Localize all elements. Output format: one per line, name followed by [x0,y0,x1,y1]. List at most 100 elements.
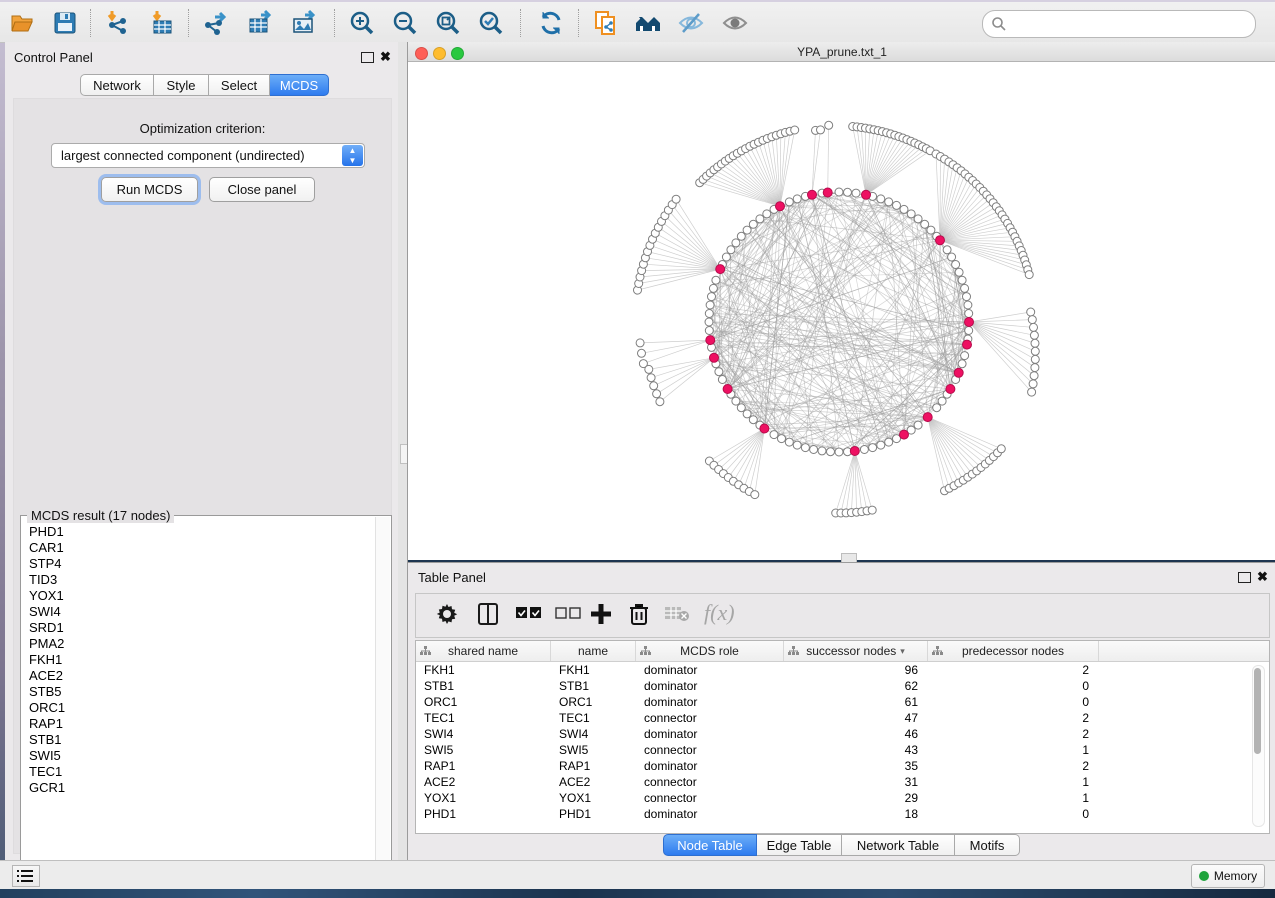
mcds-node-item[interactable]: PHD1 [22,524,374,540]
node-table-header[interactable]: shared namenameMCDS rolesuccessor nodes▾… [416,641,1269,662]
table-cell[interactable]: 46 [784,726,925,742]
search-input[interactable] [1011,12,1249,36]
table-cell[interactable]: connector [636,742,782,758]
table-cell[interactable]: FKH1 [416,662,549,678]
table-cell[interactable]: dominator [636,726,782,742]
table-row[interactable]: ORC1ORC1dominator610 [416,694,1269,710]
column-header[interactable]: predecessor nodes [928,641,1099,661]
column-header[interactable]: shared name [416,641,551,661]
mcds-node-item[interactable]: TEC1 [22,764,374,780]
show-all-icon[interactable] [721,9,749,37]
table-row[interactable]: STB1STB1dominator620 [416,678,1269,694]
table-cell[interactable]: 2 [928,726,1096,742]
table-cell[interactable]: 2 [928,710,1096,726]
table-cell[interactable]: dominator [636,678,782,694]
column-header[interactable]: name [551,641,636,661]
table-cell[interactable]: STB1 [551,678,634,694]
table-cell[interactable]: 62 [784,678,925,694]
mcds-node-item[interactable]: TID3 [22,572,374,588]
table-cell[interactable]: 43 [784,742,925,758]
zoom-selected-icon[interactable] [477,9,505,37]
open-file-icon[interactable] [9,9,37,37]
zoom-in-icon[interactable] [348,9,376,37]
float-panel-icon[interactable] [361,52,374,63]
table-cell[interactable]: 1 [928,774,1096,790]
table-cell[interactable]: PHD1 [416,806,549,822]
apply-layout-icon[interactable] [537,9,565,37]
table-cell[interactable]: 31 [784,774,925,790]
first-neighbors-icon[interactable] [634,9,662,37]
table-cell[interactable]: 1 [928,790,1096,806]
import-table-icon[interactable] [148,9,176,37]
task-history-button[interactable] [12,865,40,887]
table-cell[interactable]: 2 [928,758,1096,774]
table-cell[interactable]: 2 [928,662,1096,678]
tab-edge-table[interactable]: Edge Table [757,834,842,856]
network-window-titlebar[interactable]: YPA_prune.txt_1 [408,42,1275,62]
table-row[interactable]: ACE2ACE2connector311 [416,774,1269,790]
table-row[interactable]: TEC1TEC1connector472 [416,710,1269,726]
table-cell[interactable]: PHD1 [551,806,634,822]
mcds-node-item[interactable]: CAR1 [22,540,374,556]
column-header[interactable]: successor nodes▾ [784,641,928,661]
zoom-out-icon[interactable] [391,9,419,37]
tab-motifs[interactable]: Motifs [955,834,1020,856]
mcds-node-item[interactable]: SWI5 [22,748,374,764]
table-scrollbar-thumb[interactable] [1254,668,1261,754]
mcds-node-item[interactable]: ORC1 [22,700,374,716]
save-session-icon[interactable] [51,9,79,37]
table-cell[interactable]: SWI4 [416,726,549,742]
mcds-node-item[interactable]: STB1 [22,732,374,748]
mcds-result-list[interactable]: PHD1CAR1STP4TID3YOX1SWI4SRD1PMA2FKH1ACE2… [22,524,374,880]
close-panel-icon[interactable]: ✖ [380,51,391,62]
delete-table-icon[interactable] [664,606,690,627]
criterion-select[interactable]: largest connected component (undirected)… [51,143,365,168]
tab-select[interactable]: Select [209,74,270,96]
float-table-panel-icon[interactable] [1238,572,1251,583]
table-cell[interactable]: 47 [784,710,925,726]
mcds-node-item[interactable]: RAP1 [22,716,374,732]
table-cell[interactable]: dominator [636,694,782,710]
tab-node-table[interactable]: Node Table [663,834,757,856]
table-cell[interactable]: 0 [928,694,1096,710]
run-mcds-button[interactable]: Run MCDS [101,177,198,202]
table-cell[interactable]: RAP1 [551,758,634,774]
tab-network-table[interactable]: Network Table [842,834,955,856]
mcds-list-scrollbar[interactable] [375,517,390,885]
export-image-icon[interactable] [290,9,318,37]
table-cell[interactable]: FKH1 [551,662,634,678]
column-layout-icon[interactable] [478,603,498,630]
table-cell[interactable]: 29 [784,790,925,806]
table-cell[interactable]: 1 [928,742,1096,758]
mcds-node-item[interactable]: STP4 [22,556,374,572]
mcds-node-item[interactable]: FKH1 [22,652,374,668]
tab-network[interactable]: Network [80,74,154,96]
table-cell[interactable]: SWI5 [416,742,549,758]
table-cell[interactable]: YOX1 [416,790,549,806]
node-table[interactable]: shared namenameMCDS rolesuccessor nodes▾… [415,640,1270,834]
mcds-node-item[interactable]: SWI4 [22,604,374,620]
duplicate-network-icon[interactable] [592,9,620,37]
table-row[interactable]: PHD1PHD1dominator180 [416,806,1269,822]
add-column-icon[interactable] [588,601,614,632]
table-cell[interactable]: dominator [636,806,782,822]
table-cell[interactable]: 61 [784,694,925,710]
table-cell[interactable]: ORC1 [416,694,549,710]
table-options-gear-icon[interactable] [436,603,458,630]
table-scrollbar[interactable] [1252,665,1265,827]
network-canvas[interactable] [408,62,1275,560]
mcds-node-item[interactable]: STB5 [22,684,374,700]
import-network-icon[interactable] [103,9,131,37]
table-row[interactable]: SWI4SWI4dominator462 [416,726,1269,742]
table-cell[interactable]: 96 [784,662,925,678]
search-box[interactable] [982,10,1256,38]
table-cell[interactable]: RAP1 [416,758,549,774]
table-row[interactable]: FKH1FKH1dominator962 [416,662,1269,678]
table-cell[interactable]: STB1 [416,678,549,694]
mcds-node-item[interactable]: PMA2 [22,636,374,652]
table-cell[interactable]: dominator [636,758,782,774]
close-table-panel-icon[interactable]: ✖ [1257,571,1268,582]
memory-button[interactable]: Memory [1191,864,1265,888]
table-row[interactable]: YOX1YOX1connector291 [416,790,1269,806]
close-panel-button[interactable]: Close panel [209,177,315,202]
